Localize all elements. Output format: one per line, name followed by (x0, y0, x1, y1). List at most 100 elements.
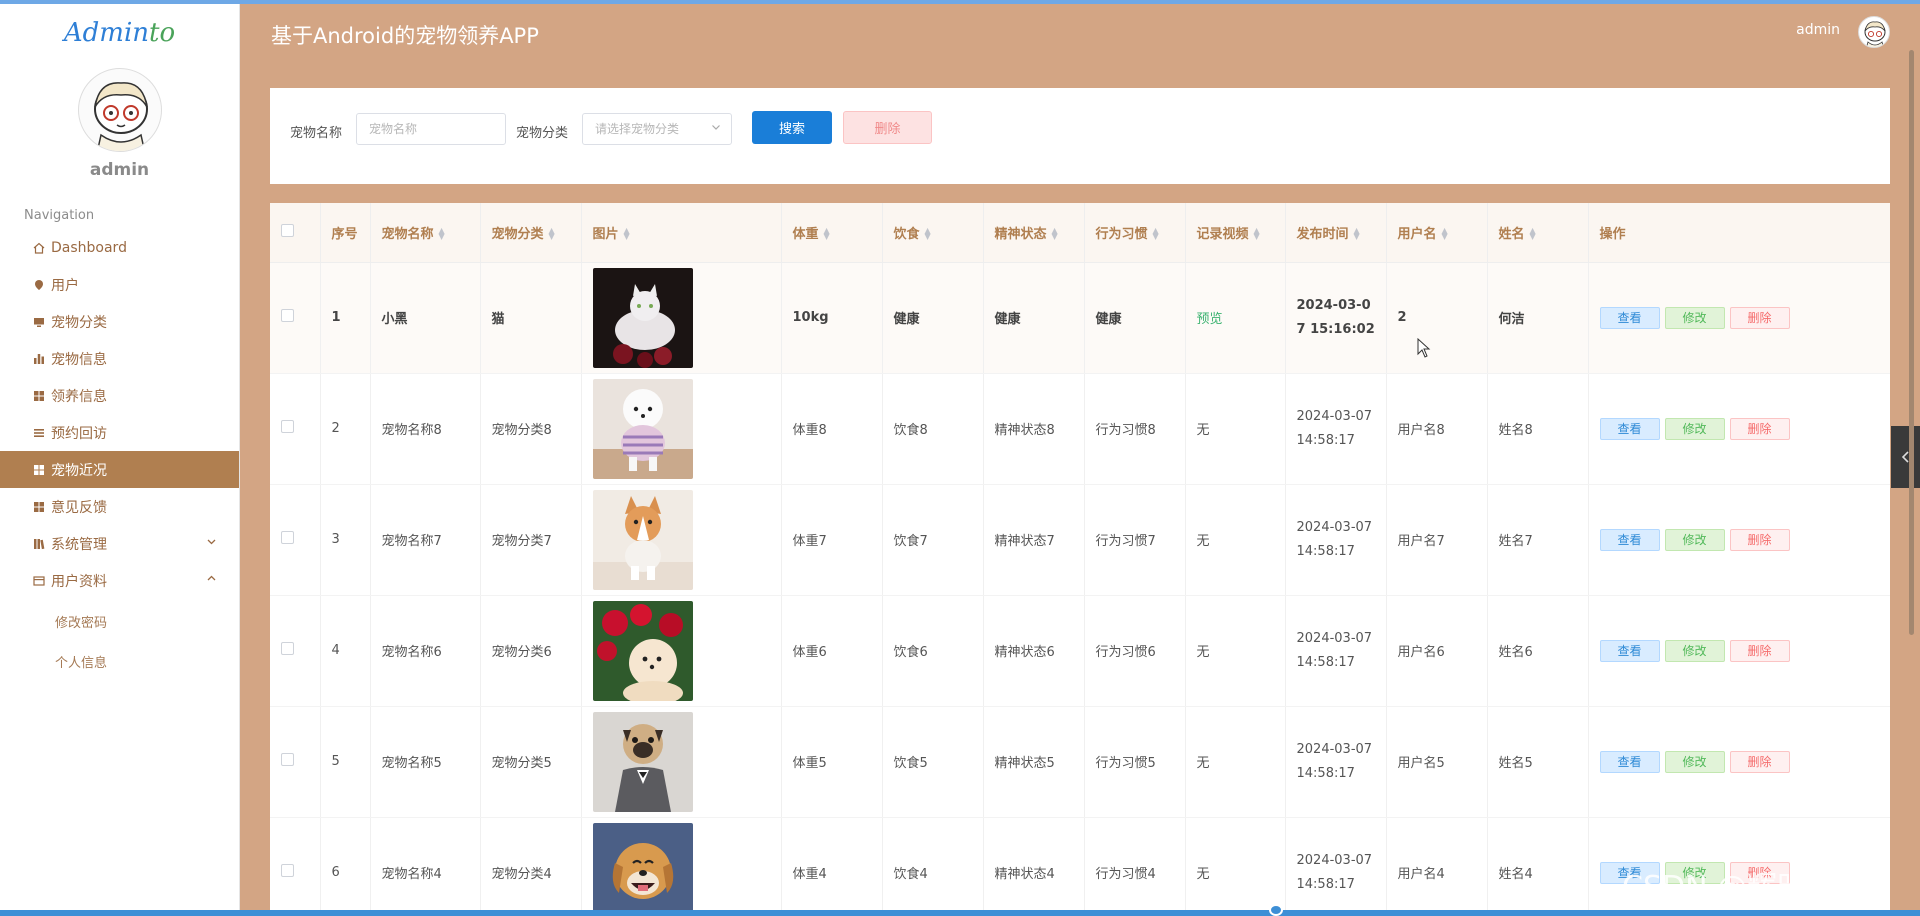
column-header[interactable]: 体重 ▲ ▼ (781, 203, 883, 263)
column-header[interactable]: 图片 ▲ ▼ (581, 203, 782, 263)
column-header[interactable]: 精神状态 ▲ ▼ (983, 203, 1085, 263)
view-button[interactable]: 查看 (1599, 306, 1660, 329)
sidebar-item-user-profile[interactable]: 用户资料 (0, 562, 239, 599)
pet-name-input[interactable]: 宠物名称 (356, 113, 506, 145)
column-header[interactable]: 行为习惯 ▲ ▼ (1084, 203, 1186, 263)
column-header[interactable]: 用户名 ▲ ▼ (1386, 203, 1488, 263)
pet-photo-pug-suit[interactable] (592, 711, 693, 812)
collapse-panel-tab[interactable] (1891, 426, 1920, 488)
column-header[interactable]: 宠物名称 ▲ ▼ (370, 203, 481, 263)
row-checkbox[interactable] (281, 864, 294, 877)
table-row[interactable]: 2 宠物名称8 宠物分类8 体重8 饮食8 精神状态8 行为习惯8 无 2024… (270, 373, 1890, 485)
edit-button[interactable]: 修改 (1664, 528, 1725, 551)
cell-pet-name: 宠物名称8 (370, 373, 481, 485)
cell-no: 1 (320, 262, 371, 374)
table-row[interactable]: 4 宠物名称6 宠物分类6 体重6 饮食6 精神状态6 行为习惯6 无 2024… (270, 595, 1890, 707)
table-row[interactable]: 1 小黑 猫 10kg 健康 健康 健康 预览 2024-03-0 7 15:1… (270, 262, 1890, 374)
sidebar-item-label: 预约回访 (51, 425, 107, 442)
select-all-checkbox[interactable] (281, 223, 294, 237)
sidebar-item-pet-category[interactable]: 宠物分类 (0, 303, 239, 340)
view-button[interactable]: 查看 (1599, 639, 1660, 662)
video-preview-link[interactable]: 预览 (1197, 312, 1223, 327)
table-row[interactable]: 5 宠物名称5 宠物分类5 体重5 饮食5 精神状态5 行为习惯5 无 2024… (270, 706, 1890, 818)
cell-date: 2024-03-07 14:58:17 (1285, 706, 1387, 818)
sort-icon[interactable]: ▲ ▼ (1530, 227, 1536, 241)
edit-button[interactable]: 修改 (1664, 306, 1725, 329)
pet-photo-smiling-dog[interactable] (592, 822, 693, 911)
header-username[interactable]: admin (1796, 22, 1840, 38)
pet-photo-white-cat[interactable] (592, 267, 693, 368)
sidebar-item-dashboard[interactable]: Dashboard (0, 229, 239, 266)
pet-photo-corgi-puppy[interactable] (592, 489, 693, 590)
pet-category-select[interactable]: 请选择宠物分类 (582, 113, 732, 145)
sort-icon[interactable]: ▲ ▼ (925, 227, 931, 241)
delete-button[interactable]: 删除 (1729, 639, 1790, 662)
cell-weight: 体重8 (781, 373, 883, 485)
cell-category: 宠物分类6 (480, 595, 582, 707)
delete-button[interactable]: 删除 (1729, 528, 1790, 551)
view-button[interactable]: 查看 (1599, 528, 1660, 551)
horizontal-scroll-handle[interactable] (1269, 904, 1283, 916)
view-button[interactable]: 查看 (1599, 417, 1660, 440)
pet-category-label: 宠物分类 (516, 126, 569, 141)
edit-button[interactable]: 修改 (1664, 417, 1725, 440)
cell-username: 2 (1386, 262, 1488, 374)
delete-button[interactable]: 删除 (1729, 417, 1790, 440)
view-button[interactable]: 查看 (1599, 750, 1660, 773)
column-header: 操作 (1588, 203, 1890, 263)
column-header[interactable]: 宠物分类 ▲ ▼ (480, 203, 582, 263)
delete-button[interactable]: 删除 (1729, 750, 1790, 773)
cell-category: 宠物分类4 (480, 817, 582, 910)
sidebar-avatar[interactable] (77, 68, 162, 152)
sidebar-item-appointment[interactable]: 预约回访 (0, 414, 239, 451)
chevron-up-icon[interactable] (206, 573, 217, 587)
cell-realname: 何洁 (1487, 262, 1589, 374)
column-header[interactable]: 记录视频 ▲ ▼ (1185, 203, 1286, 263)
delete-button[interactable]: 删除 (1729, 306, 1790, 329)
sort-icon[interactable]: ▲ ▼ (1254, 227, 1260, 241)
sidebar-item-system-management[interactable]: 系统管理 (0, 525, 239, 562)
pet-photo-white-puppy[interactable] (592, 378, 693, 479)
row-checkbox[interactable] (281, 753, 294, 766)
column-header[interactable]: 发布时间 ▲ ▼ (1285, 203, 1387, 263)
search-button[interactable]: 搜索 (752, 111, 832, 144)
pet-photo-pomeranian-roses[interactable] (592, 600, 693, 701)
column-header[interactable]: 饮食 ▲ ▼ (882, 203, 984, 263)
sort-icon[interactable]: ▲ ▼ (1442, 227, 1448, 241)
grid-icon (32, 500, 46, 514)
chevron-down-icon[interactable] (206, 536, 217, 550)
row-checkbox[interactable] (281, 642, 294, 655)
sort-icon[interactable]: ▲ ▼ (1153, 227, 1159, 241)
header-avatar[interactable] (1858, 16, 1890, 48)
column-header[interactable]: 姓名 ▲ ▼ (1487, 203, 1589, 263)
cell-photo (581, 817, 782, 911)
library-icon (32, 537, 46, 551)
edit-button[interactable]: 修改 (1664, 750, 1725, 773)
sidebar-item-feedback[interactable]: 意见反馈 (0, 488, 239, 525)
sidebar-item-pet-info[interactable]: 宠物信息 (0, 340, 239, 377)
row-checkbox[interactable] (281, 420, 294, 433)
cell-actions: 查看 修改 删除 (1588, 595, 1890, 707)
vertical-scrollbar[interactable] (1909, 50, 1914, 635)
sort-icon[interactable]: ▲ ▼ (549, 227, 555, 241)
sidebar-subitem-change-password[interactable]: 修改密码 (0, 601, 239, 641)
select-all-cell[interactable] (270, 203, 321, 263)
sidebar-item-users[interactable]: 用户 (0, 266, 239, 303)
sidebar-item-pet-status[interactable]: 宠物近况 (0, 451, 239, 488)
cell-video: 预览 (1185, 262, 1286, 374)
sort-icon[interactable]: ▲ ▼ (624, 227, 630, 241)
batch-delete-button[interactable]: 删除 (843, 111, 932, 144)
watermark: CSDN @辉时科技 (1622, 870, 1868, 905)
row-checkbox[interactable] (281, 531, 294, 544)
row-checkbox[interactable] (281, 309, 294, 322)
sort-icon[interactable]: ▲ ▼ (1052, 227, 1058, 241)
table-row[interactable]: 3 宠物名称7 宠物分类7 体重7 饮食7 精神状态7 行为习惯7 无 2024… (270, 484, 1890, 596)
edit-button[interactable]: 修改 (1664, 639, 1725, 662)
sort-icon[interactable]: ▲ ▼ (824, 227, 830, 241)
sidebar-item-adoption-info[interactable]: 领养信息 (0, 377, 239, 414)
sort-icon[interactable]: ▲ ▼ (1354, 227, 1360, 241)
sort-icon[interactable]: ▲ ▼ (439, 227, 445, 241)
app-logo[interactable]: Adminto (0, 18, 239, 52)
sidebar-subitem-personal-info[interactable]: 个人信息 (0, 641, 239, 681)
cell-weight: 体重7 (781, 484, 883, 596)
